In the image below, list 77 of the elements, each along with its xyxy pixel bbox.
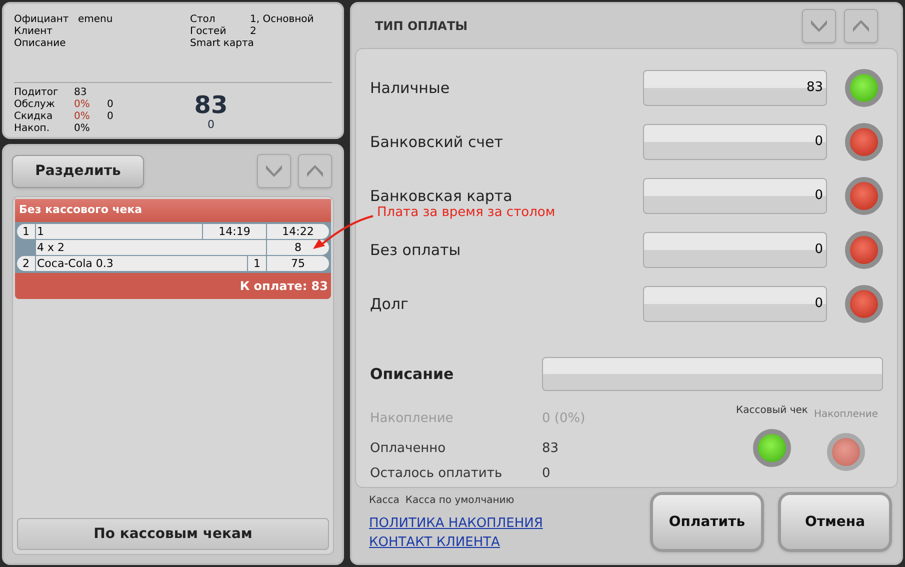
register-value: Касса по умолчанию xyxy=(405,494,514,508)
table-cell: 8 xyxy=(267,240,329,254)
chevron-down-icon xyxy=(265,164,283,178)
split-button[interactable]: Разделить xyxy=(12,154,144,188)
indicator-light[interactable] xyxy=(845,177,883,215)
amount-field[interactable]: 83 xyxy=(643,70,827,106)
info-value: 1, Основной xyxy=(250,14,314,26)
amount-field[interactable]: 0 xyxy=(643,124,827,160)
info-label: Описание xyxy=(14,38,67,50)
total-value: 83 xyxy=(74,87,88,99)
chevron-up-icon xyxy=(852,19,870,33)
indicator-light[interactable] xyxy=(845,285,883,323)
annotation-arrow xyxy=(313,215,374,249)
table-cell: 1 xyxy=(248,256,266,270)
grand-total: 83 xyxy=(194,91,228,119)
summary-value: 83 xyxy=(542,440,559,458)
payment-label: Банковский счет xyxy=(370,132,504,153)
summary-label: Осталось оплатить xyxy=(370,465,504,483)
link[interactable]: КОНТАКТ КЛИЕНТА xyxy=(369,532,500,552)
section-title: ТИП ОПЛАТЫ xyxy=(375,18,469,35)
description-label: Описание xyxy=(370,364,455,385)
up-button[interactable] xyxy=(298,154,332,188)
payment-label: Банковская карта xyxy=(370,186,514,206)
summary-label: Оплаченно xyxy=(370,440,447,458)
table-cell: 4 x 2 xyxy=(36,240,266,254)
link[interactable]: ПОЛИТИКА НАКОПЛЕНИЯ xyxy=(369,514,543,532)
table-cell: Coca-Cola 0.3 xyxy=(36,256,247,270)
total-percent: 0% xyxy=(74,111,91,123)
down-button[interactable] xyxy=(802,9,836,43)
total-amount: 0 xyxy=(107,99,114,111)
indicator-light[interactable] xyxy=(753,429,791,467)
total-subvalue: 0 xyxy=(208,119,214,131)
amount-field[interactable]: 0 xyxy=(643,178,827,214)
table-cell: 75 xyxy=(267,256,329,270)
payment-label: Без оплаты xyxy=(370,240,462,261)
chevron-down-icon xyxy=(810,19,828,33)
amount-due: К оплате: 83 xyxy=(238,278,329,294)
receipt-title: Без кассового чека xyxy=(15,199,331,222)
summary-value: 0 (0%) xyxy=(542,410,586,428)
summary-label: Накопление xyxy=(370,410,454,428)
annotation-text: Плата за время за столом xyxy=(377,204,556,222)
toggle-label: Накопление xyxy=(814,408,878,422)
chevron-up-icon xyxy=(306,164,324,178)
info-label: Гостей xyxy=(190,26,228,38)
total-percent: 0% xyxy=(74,123,91,135)
info-value: emenu xyxy=(78,14,113,26)
description-field[interactable] xyxy=(542,357,883,391)
payment-label: Наличные xyxy=(370,78,451,99)
total-label: Подитог xyxy=(14,87,60,99)
register-label: Касса xyxy=(369,494,400,508)
total-label: Накоп. xyxy=(14,123,51,135)
indicator-light[interactable] xyxy=(845,123,883,161)
info-label: Клиент xyxy=(14,26,54,38)
indicator-light[interactable] xyxy=(845,69,883,107)
row-number: 2 xyxy=(17,256,35,270)
table-cell: 14:22 xyxy=(267,224,329,238)
table-cell: 1 xyxy=(36,224,202,238)
action-button[interactable]: Оплатить xyxy=(650,492,764,552)
by-receipts-button[interactable]: По кассовым чекам xyxy=(17,518,329,550)
up-button[interactable] xyxy=(844,9,878,43)
amount-field[interactable]: 0 xyxy=(643,286,827,322)
summary-value: 0 xyxy=(542,465,550,483)
total-amount: 0 xyxy=(107,111,114,123)
indicator-light[interactable] xyxy=(845,231,883,269)
toggle-label: Кассовый чек xyxy=(736,404,808,418)
info-value: 2 xyxy=(250,26,256,38)
payment-label: Долг xyxy=(370,294,410,315)
total-label: Обслуж xyxy=(14,99,56,111)
info-label: Официант xyxy=(14,14,70,26)
action-button[interactable]: Отмена xyxy=(778,492,892,552)
table-cell: 14:19 xyxy=(203,224,266,238)
total-percent: 0% xyxy=(74,99,91,111)
total-label: Скидка xyxy=(14,111,54,123)
amount-field[interactable]: 0 xyxy=(643,232,827,268)
down-button[interactable] xyxy=(257,154,291,188)
info-label: Стол xyxy=(190,14,216,26)
row-number: 1 xyxy=(17,224,35,238)
